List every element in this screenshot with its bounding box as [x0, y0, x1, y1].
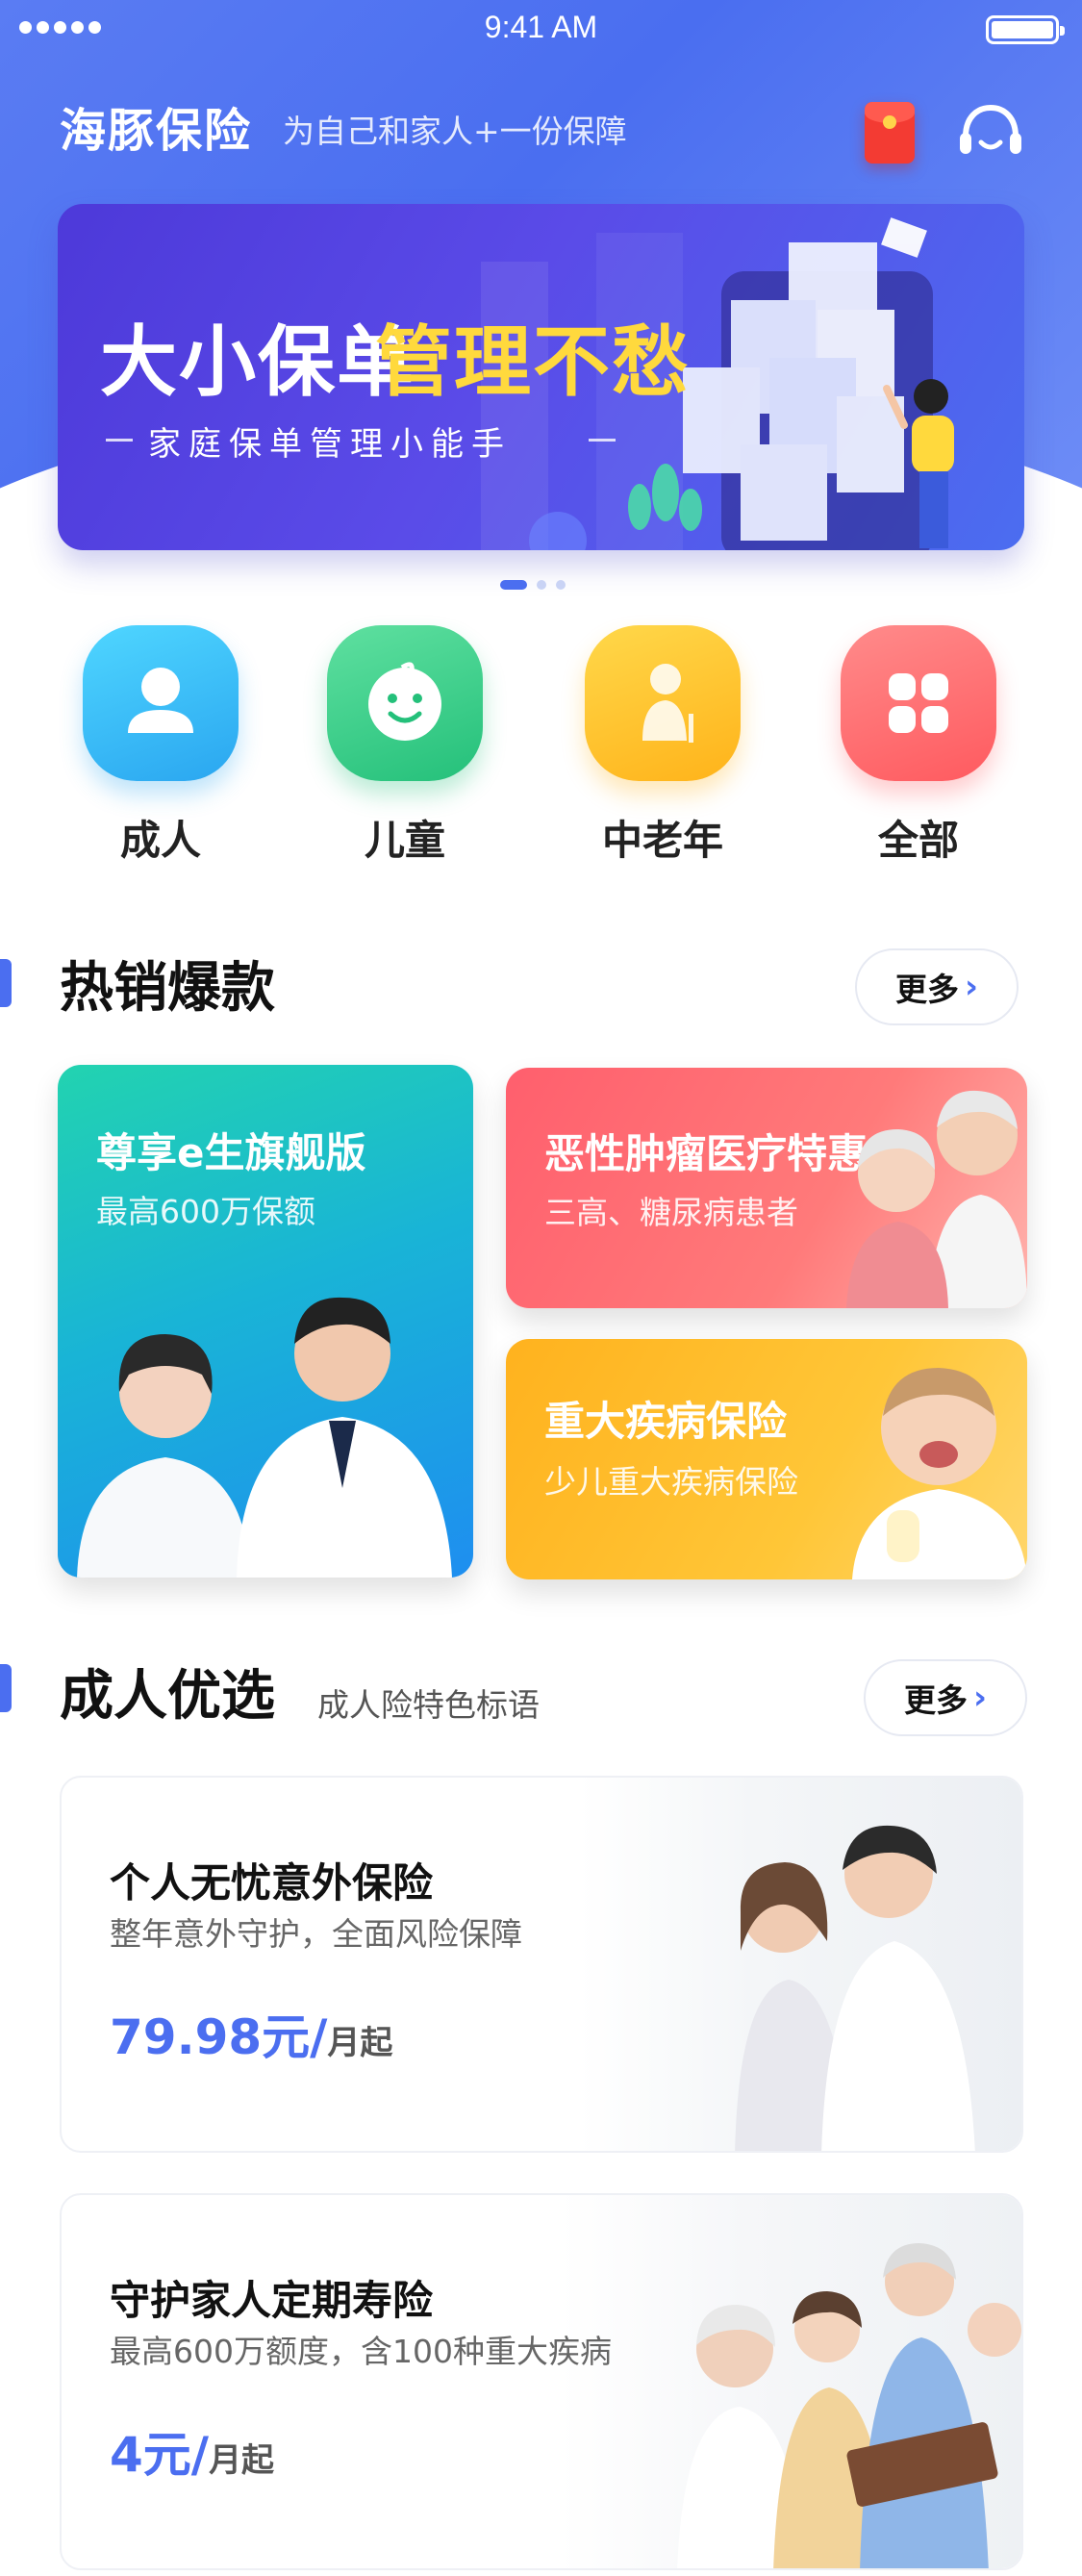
baby-illustration: [852, 1368, 1027, 1579]
hot-card-eshen[interactable]: 尊享e生旗舰版 最高600万保额: [58, 1065, 473, 1578]
category-elder[interactable]: 中老年: [581, 625, 744, 867]
product-title: 守护家人定期寿险: [110, 2277, 434, 2324]
card-subtitle: 少儿重大疾病保险: [544, 1463, 798, 1501]
product-price: 4元/月起: [110, 2416, 274, 2486]
category-label: 全部: [877, 817, 959, 864]
page-dot[interactable]: [556, 580, 566, 590]
red-packet-icon[interactable]: [865, 102, 915, 164]
grid-icon: [841, 625, 996, 781]
page-dot[interactable]: [537, 580, 546, 590]
doctors-illustration: [77, 1297, 452, 1578]
elderly-couple-illustration: [846, 1090, 1027, 1308]
hot-card-critical-illness[interactable]: 重大疾病保险 少儿重大疾病保险: [506, 1339, 1027, 1579]
user-icon: [83, 625, 239, 781]
couple-illustration: [735, 1825, 975, 2151]
price-value: 79.98元/: [110, 2009, 328, 2065]
price-unit: 月起: [209, 2441, 275, 2480]
app-title: 海豚保险: [60, 104, 253, 158]
baby-face-icon: [327, 625, 483, 781]
app-slogan: 为自己和家人+一份保障: [283, 113, 627, 150]
page-dot-active[interactable]: [500, 580, 527, 590]
product-price: 79.98元/月起: [110, 1999, 392, 2068]
section-marker: [0, 1664, 12, 1712]
hot-card-cancer[interactable]: 恶性肿瘤医疗特惠 三高、糖尿病患者: [506, 1068, 1027, 1308]
category-all[interactable]: 全部: [837, 625, 1000, 867]
more-label: 更多: [894, 971, 959, 1008]
product-card-accident[interactable]: 个人无忧意外保险 整年意外守护，全面风险保障 79.98元/月起: [60, 1776, 1023, 2153]
chevron-right-icon: ›: [972, 1679, 987, 1717]
product-title: 个人无忧意外保险: [110, 1859, 434, 1907]
banner-sub-dash-left: [106, 439, 133, 442]
product-description: 最高600万额度，含100种重大疾病: [110, 2333, 612, 2370]
elder-icon: [585, 625, 741, 781]
adult-section-title: 成人优选: [60, 1665, 275, 1728]
section-marker: [0, 959, 12, 1007]
banner-title-white: 大小保单: [100, 317, 415, 407]
banner-title-yellow: 管理不愁: [375, 317, 691, 407]
card-subtitle: 三高、糖尿病患者: [544, 1194, 798, 1231]
promo-banner[interactable]: 大小保单 管理不愁 家庭保单管理小能手: [58, 204, 1024, 550]
card-title: 尊享e生旗舰版: [96, 1129, 366, 1176]
banner-subtitle: 家庭保单管理小能手: [148, 425, 512, 464]
status-bar: 9:41 AM: [0, 0, 1082, 58]
card-title: 重大疾病保险: [544, 1398, 788, 1445]
card-subtitle: 最高600万保额: [96, 1193, 315, 1230]
customer-service-icon[interactable]: [956, 100, 1025, 167]
category-label: 儿童: [364, 817, 445, 864]
status-time: 9:41 AM: [484, 10, 598, 44]
product-description: 整年意外守护，全面风险保障: [110, 1915, 522, 1953]
category-label: 成人: [119, 817, 201, 864]
hot-section-title: 热销爆款: [60, 957, 275, 1020]
more-label: 更多: [903, 1681, 968, 1719]
family-illustration: [677, 2243, 1021, 2568]
price-value: 4元/: [110, 2427, 210, 2483]
adult-more-button[interactable]: 更多 ›: [864, 1659, 1027, 1736]
category-child[interactable]: 儿童: [323, 625, 487, 867]
category-adult[interactable]: 成人: [79, 625, 242, 867]
adult-section-subtitle: 成人险特色标语: [317, 1686, 540, 1724]
chevron-right-icon: ›: [964, 968, 978, 1006]
banner-sub-dash-right: [589, 439, 616, 442]
battery-icon: [986, 15, 1065, 44]
category-label: 中老年: [601, 817, 723, 864]
hot-more-button[interactable]: 更多 ›: [855, 948, 1019, 1025]
banner-pagination[interactable]: [500, 580, 566, 590]
product-card-term-life[interactable]: 守护家人定期寿险 最高600万额度，含100种重大疾病 4元/月起: [60, 2193, 1023, 2570]
price-unit: 月起: [327, 2024, 393, 2062]
card-title: 恶性肿瘤医疗特惠: [544, 1130, 868, 1177]
